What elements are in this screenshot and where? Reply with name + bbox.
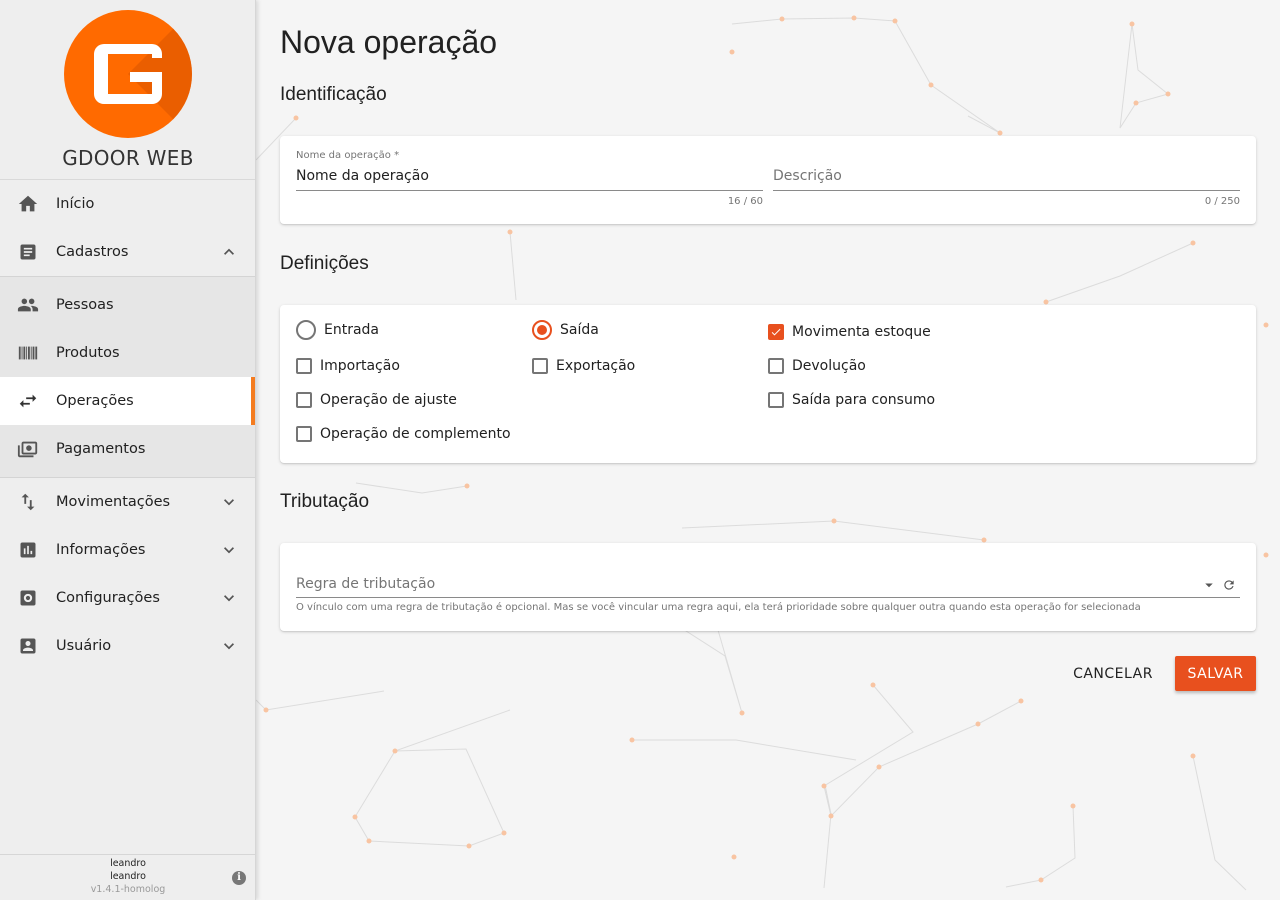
sidebar-item-usuario[interactable]: Usuário xyxy=(0,622,255,670)
sort-arrows-icon xyxy=(16,490,40,514)
nome-operacao-counter: 16 / 60 xyxy=(728,196,763,207)
sidebar-item-movimentacoes[interactable]: Movimentações xyxy=(0,478,255,526)
chevron-up-icon xyxy=(217,240,241,264)
money-icon xyxy=(16,437,40,461)
checkbox-operacao-ajuste[interactable]: Operação de ajuste xyxy=(296,392,457,408)
radio-entrada-label: Entrada xyxy=(324,322,379,338)
radio-saida[interactable]: Saída xyxy=(532,320,599,340)
cancel-button[interactable]: CANCELAR xyxy=(1062,656,1164,692)
sidebar-item-informacoes[interactable]: Informações xyxy=(0,526,255,574)
checkbox-movimenta-estoque-label: Movimenta estoque xyxy=(792,324,931,340)
section-title-identificacao: Identificação xyxy=(280,84,387,106)
checkbox-importacao-label: Importação xyxy=(320,358,400,374)
regra-tributacao-placeholder[interactable]: Regra de tributação xyxy=(296,576,435,592)
sidebar-item-label: Usuário xyxy=(56,638,111,654)
list-document-icon xyxy=(16,240,40,264)
chevron-down-icon xyxy=(217,634,241,658)
dropdown-arrow-icon[interactable] xyxy=(1200,576,1218,594)
sidebar-item-produtos[interactable]: Produtos xyxy=(0,329,255,377)
checkbox-devolucao-box[interactable] xyxy=(768,358,784,374)
chevron-down-icon xyxy=(217,538,241,562)
bar-chart-icon xyxy=(16,538,40,562)
people-icon xyxy=(16,293,40,317)
checkbox-importacao[interactable]: Importação xyxy=(296,358,400,374)
sidebar-item-label: Configurações xyxy=(56,590,160,606)
checkbox-devolucao-label: Devolução xyxy=(792,358,866,374)
regra-tributacao-hint: O vínculo com uma regra de tributação é … xyxy=(296,602,1141,613)
regra-tributacao-underline xyxy=(296,597,1240,598)
checkbox-operacao-complemento[interactable]: Operação de complemento xyxy=(296,426,511,442)
nome-operacao-underline xyxy=(296,190,763,191)
gear-icon xyxy=(16,586,40,610)
descricao-placeholder[interactable]: Descrição xyxy=(773,168,842,184)
sidebar-item-configuracoes[interactable]: Configurações xyxy=(0,574,255,622)
checkbox-operacao-ajuste-label: Operação de ajuste xyxy=(320,392,457,408)
sidebar-item-pessoas[interactable]: Pessoas xyxy=(0,281,255,329)
sidebar-item-label: Operações xyxy=(56,393,134,409)
user-login: leandro xyxy=(0,870,256,883)
account-box-icon xyxy=(16,634,40,658)
descricao-field[interactable]: Descrição 0 / 250 xyxy=(773,150,1240,212)
descricao-underline xyxy=(773,190,1240,191)
main-content: Nova operação Identificação Nome da oper… xyxy=(256,0,1280,900)
radio-saida-label: Saída xyxy=(560,322,599,338)
identificacao-card: Nome da operação * Nome da operação 16 /… xyxy=(280,136,1256,224)
radio-saida-circle[interactable] xyxy=(532,320,552,340)
gdoor-logo xyxy=(64,10,192,138)
radio-entrada[interactable]: Entrada xyxy=(296,320,379,340)
save-button[interactable]: SALVAR xyxy=(1175,656,1256,691)
checkbox-importacao-box[interactable] xyxy=(296,358,312,374)
descricao-counter: 0 / 250 xyxy=(1205,196,1240,207)
checkbox-exportacao[interactable]: Exportação xyxy=(532,358,635,374)
app-version: v1.4.1-homolog xyxy=(0,883,256,896)
barcode-icon xyxy=(16,341,40,365)
checkbox-operacao-complemento-box[interactable] xyxy=(296,426,312,442)
checkbox-exportacao-box[interactable] xyxy=(532,358,548,374)
sidebar-item-pagamentos[interactable]: Pagamentos xyxy=(0,425,255,473)
sidebar-item-cadastros[interactable]: Cadastros xyxy=(0,228,255,276)
radio-entrada-circle[interactable] xyxy=(296,320,316,340)
swap-arrows-icon xyxy=(16,389,40,413)
brand-name: GDOOR WEB xyxy=(0,146,256,170)
sidebar-item-label: Informações xyxy=(56,542,145,558)
checkbox-operacao-complemento-label: Operação de complemento xyxy=(320,426,511,442)
checkbox-devolucao[interactable]: Devolução xyxy=(768,358,866,374)
definicoes-card: Entrada Saída Movimenta estoque Importaç… xyxy=(280,305,1256,463)
home-icon xyxy=(16,192,40,216)
nome-operacao-label: Nome da operação * xyxy=(296,150,399,161)
sidebar-item-operacoes[interactable]: Operações xyxy=(0,377,255,425)
chevron-down-icon xyxy=(217,490,241,514)
user-name: leandro xyxy=(0,857,256,870)
checkbox-operacao-ajuste-box[interactable] xyxy=(296,392,312,408)
sidebar-item-inicio[interactable]: Início xyxy=(0,180,255,228)
tributacao-card: Regra de tributação O vínculo com uma re… xyxy=(280,543,1256,631)
checkbox-saida-consumo[interactable]: Saída para consumo xyxy=(768,392,935,408)
logo-area: GDOOR WEB xyxy=(0,0,255,180)
page-title: Nova operação xyxy=(280,24,497,61)
checkbox-exportacao-label: Exportação xyxy=(556,358,635,374)
sidebar-item-label: Início xyxy=(56,196,94,212)
checkbox-movimenta-estoque-box[interactable] xyxy=(768,324,784,340)
info-icon[interactable]: i xyxy=(232,871,246,885)
section-title-definicoes: Definições xyxy=(280,253,369,275)
checkbox-saida-consumo-label: Saída para consumo xyxy=(792,392,935,408)
checkbox-saida-consumo-box[interactable] xyxy=(768,392,784,408)
sidebar-item-label: Cadastros xyxy=(56,244,128,260)
sidebar-item-label: Pessoas xyxy=(56,297,114,313)
chevron-down-icon xyxy=(217,586,241,610)
refresh-icon[interactable] xyxy=(1222,577,1238,593)
checkbox-movimenta-estoque[interactable]: Movimenta estoque xyxy=(768,324,931,340)
sidebar-item-label: Movimentações xyxy=(56,494,170,510)
nome-operacao-field[interactable]: Nome da operação * Nome da operação 16 /… xyxy=(296,150,763,212)
cadastros-submenu: Pessoas Produtos Operações Pagamentos xyxy=(0,276,255,478)
sidebar-item-label: Produtos xyxy=(56,345,120,361)
regra-tributacao-select[interactable]: Regra de tributação O vínculo com uma re… xyxy=(296,573,1240,621)
sidebar-footer: leandro leandro v1.4.1-homolog i xyxy=(0,854,256,900)
sidebar-item-label: Pagamentos xyxy=(56,441,145,457)
section-title-tributacao: Tributação xyxy=(280,491,369,513)
sidebar: GDOOR WEB Início Cadastros Pessoas Produ… xyxy=(0,0,256,900)
check-icon xyxy=(770,326,782,338)
nome-operacao-value[interactable]: Nome da operação xyxy=(296,168,429,184)
